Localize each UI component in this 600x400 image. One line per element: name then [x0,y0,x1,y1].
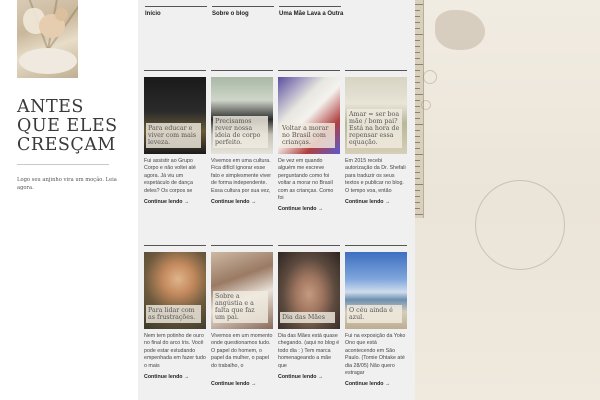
ruler-tick [415,118,420,119]
post-excerpt: De vez em quando alguém me escreve pergu… [278,158,334,202]
ruler-tick [415,172,420,173]
post-thumbnail[interactable]: Precisamos rever nossa ideia de corpo pe… [211,77,273,154]
post-caption[interactable]: Para educar e viver com mais leveza. [146,123,201,148]
continue-reading-link[interactable]: Continue lendo → [278,374,323,380]
ruler-tick [415,100,420,101]
decorative-background [415,0,600,400]
ring-decoration [475,180,565,270]
site-title[interactable]: ANTES QUE ELES CRESÇAM [17,98,127,155]
ruler-tick [415,130,420,131]
post-caption[interactable]: Para lidar com as frustrações. [146,305,201,323]
ring-decoration [423,70,437,84]
nav-item-uma-mae-lava-a-outra[interactable]: Uma Mãe Lava a Outra [279,6,343,20]
post-thumbnail[interactable]: Dia das Mães [278,252,340,329]
post-excerpt: Em 2015 recebi autorização da Dr. Shefal… [345,158,406,194]
ruler-tick [415,202,420,203]
ruler-tick [415,178,420,179]
continue-reading-link[interactable]: Continue lendo → [278,206,323,212]
post-caption[interactable]: Dia das Mães [280,312,335,323]
ruler-tick [415,16,420,17]
post-thumbnail[interactable]: Sobre a angústia e a falta que faz um pa… [211,252,273,329]
continue-reading-link[interactable]: Continue lendo → [144,374,189,380]
ruler-tick [415,34,423,35]
ruler-tick [415,196,420,197]
site-description: Logo seu anjinho vira um moção. Leia ago… [17,177,117,191]
ruler-tick [415,106,420,107]
continue-reading-link[interactable]: Continue lendo → [345,199,390,205]
ruler-tick [415,40,420,41]
post-thumbnail[interactable]: Amar = ser boa mãe / bom pai? Está na ho… [345,77,407,154]
continue-reading-link[interactable]: Continue lendo → [211,381,256,387]
ruler-tick [415,160,420,161]
ring-decoration [421,100,431,110]
post-excerpt: Fui assistir ao Grupo Corpo e não voltei… [144,158,196,194]
post-caption[interactable]: Amar = ser boa mãe / bom pai? Está na ho… [347,109,402,148]
post-thumbnail[interactable]: Para educar e viver com mais leveza. [144,77,206,154]
ruler-tick [415,142,420,143]
ruler-tick [415,214,423,215]
ruler-tick [415,76,420,77]
nav-item-inicio[interactable]: Início [145,6,207,20]
ruler-tick [415,166,420,167]
post-excerpt: Vivemos em um momento onde questionamos … [211,333,273,369]
ruler-tick [415,124,423,125]
nav-item-sobre-o-blog[interactable]: Sobre o blog [212,6,274,20]
ruler-tick [415,88,420,89]
cherub-logo-image[interactable] [17,0,78,78]
ruler-tick [415,154,423,155]
post-excerpt: Fui na exposição da Yoko Ono que está ac… [345,333,406,377]
ruler-tick [415,46,420,47]
post-caption[interactable]: Sobre a angústia e a falta que faz um pa… [213,291,268,323]
ruler-tick [415,52,420,53]
post-excerpt: Dia das Mães está quase chegando. (aqui … [278,333,340,369]
post-caption[interactable]: Precisamos rever nossa ideia de corpo pe… [213,116,268,148]
ruler-tick [415,4,423,5]
continue-reading-link[interactable]: Continue lendo → [211,199,256,205]
main-content: Início Sobre o blog Uma Mãe Lava a Outra… [138,0,415,400]
ruler-tick [415,58,420,59]
post-caption[interactable]: O céu ainda é azul. [347,305,402,323]
plant-decoration [435,10,485,50]
ruler-tick [415,190,420,191]
continue-reading-link[interactable]: Continue lendo → [345,381,390,387]
post-excerpt: Nem tem potinho de ouro no final do arco… [144,333,206,369]
post-caption[interactable]: Voltar a morar no Brasil com crianças. [280,123,335,148]
post-excerpt: Vivemos em uma cultura. Fica difícil ign… [211,158,272,194]
title-divider [17,164,109,165]
ruler-tick [415,64,423,65]
ruler-tick [415,10,420,11]
ruler-tick [415,22,420,23]
ruler-tick [415,112,420,113]
ruler-tick [415,94,423,95]
ruler-tick [415,208,420,209]
post-thumbnail[interactable]: Para lidar com as frustrações. [144,252,206,329]
sidebar: ANTES QUE ELES CRESÇAM Logo seu anjinho … [0,0,138,400]
ruler-tick [415,28,420,29]
post-thumbnail[interactable]: O céu ainda é azul. [345,252,407,329]
ruler-tick [415,148,420,149]
ruler-tick [415,70,420,71]
ruler-tick [415,184,423,185]
post-thumbnail[interactable]: Voltar a morar no Brasil com crianças. [278,77,340,154]
ruler-tick [415,136,420,137]
ruler-tick [415,82,420,83]
continue-reading-link[interactable]: Continue lendo → [144,199,189,205]
